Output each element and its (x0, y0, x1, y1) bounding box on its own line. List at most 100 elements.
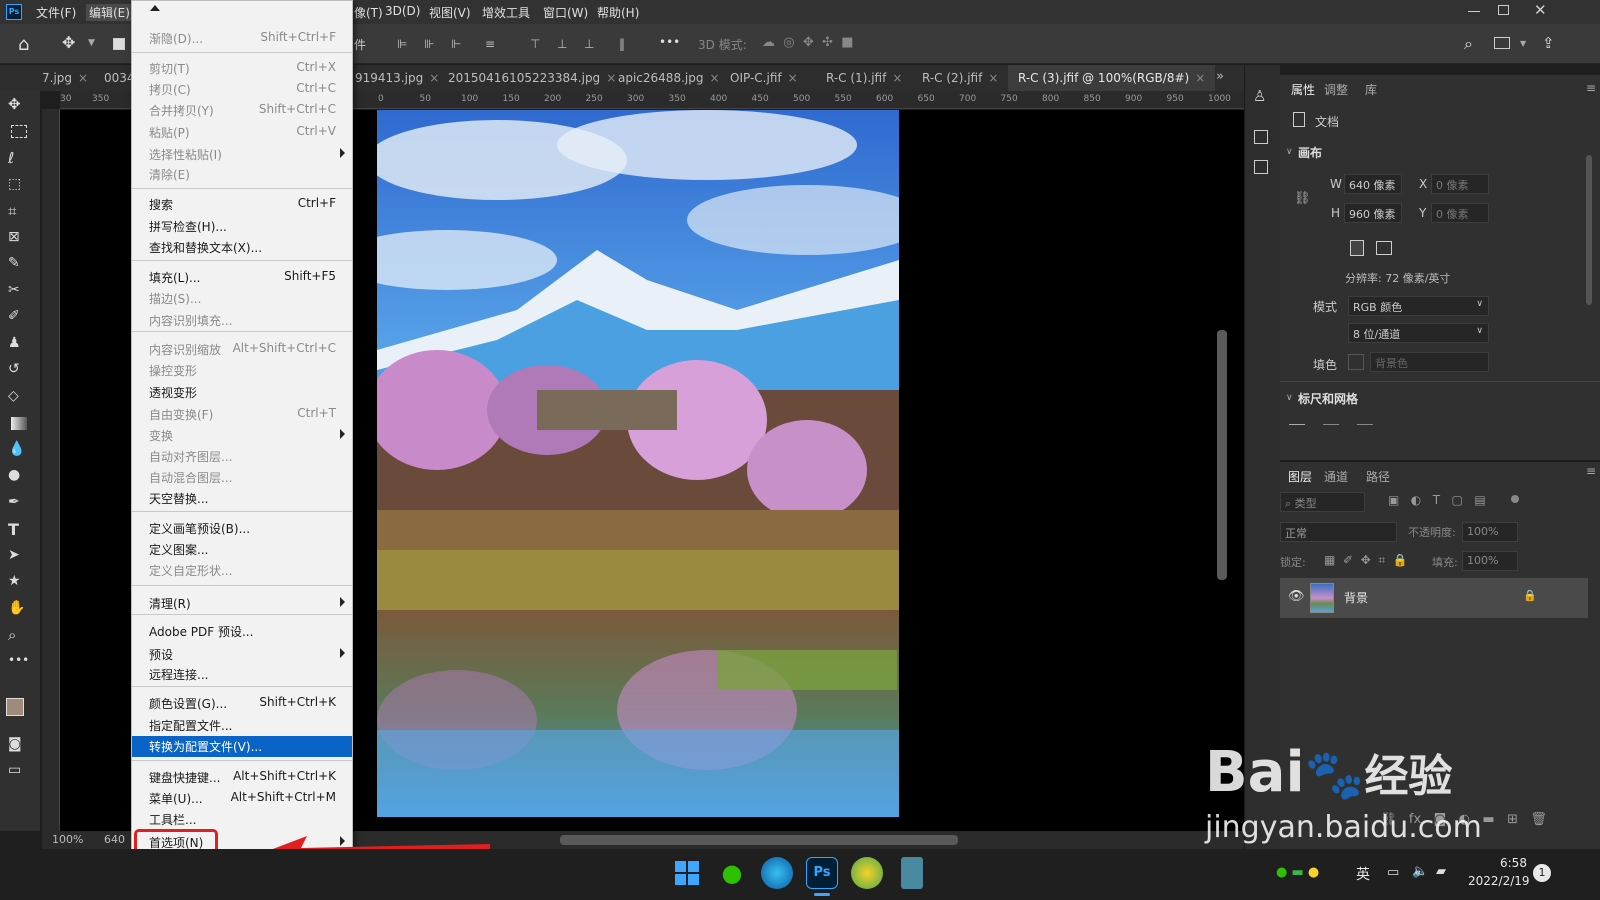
edit-menu-item[interactable]: 指定配置文件... (132, 715, 352, 736)
chevron-down-icon[interactable]: ▼ (1520, 39, 1526, 48)
app-tray-icon[interactable]: ▬ (1291, 865, 1303, 880)
edit-menu-item[interactable]: 内容识别填充... (132, 310, 352, 331)
tabs-overflow-icon[interactable]: » (1216, 69, 1224, 84)
mask-icon[interactable]: ◙ (1434, 812, 1447, 827)
edit-menu-item[interactable]: 自动混合图层... (132, 467, 352, 488)
clock-time[interactable]: 6:58 (1500, 856, 1527, 870)
align-top-icon[interactable]: ⊤ (530, 37, 540, 51)
stamp-tool-icon[interactable]: ♟ (8, 335, 32, 357)
edit-menu-item[interactable]: 拷贝(C) Ctrl+C (132, 79, 352, 100)
layer-filter-select[interactable]: ⌕ 类型 (1280, 492, 1365, 512)
chevron-down-icon[interactable]: ∨ (1286, 147, 1293, 157)
edit-menu-item[interactable]: 自动对齐图层... (132, 446, 352, 467)
smart-filter-icon[interactable]: ▤ (1474, 493, 1485, 507)
learn-panel-icon[interactable]: ♙ (1253, 87, 1266, 105)
tab-adjustments[interactable]: 调整 (1324, 81, 1348, 98)
quick-mask-icon[interactable]: ◙ (8, 736, 32, 758)
edit-menu-item[interactable]: 天空替换... (132, 488, 352, 509)
object-select-tool-icon[interactable]: ⬚ (8, 176, 32, 198)
document-image[interactable] (377, 110, 899, 817)
edit-menu-item[interactable]: 操控变形 (132, 360, 352, 381)
dodge-tool-icon[interactable]: ● (8, 467, 32, 489)
edit-menu-item[interactable]: 选择性粘贴(I) (132, 144, 352, 165)
edit-menu-item[interactable]: Adobe PDF 预设... (132, 621, 352, 642)
ime-indicator[interactable]: 英 (1356, 864, 1370, 884)
properties-scrollbar[interactable] (1586, 155, 1592, 305)
doc-tab[interactable]: 919413.jpg × (355, 65, 439, 91)
grid-line-icon[interactable] (1323, 424, 1339, 425)
minimize-icon[interactable] (1468, 11, 1480, 12)
horizontal-scrollbar[interactable] (560, 835, 958, 845)
align-buttons[interactable]: ⊫ ⊪ ⊩ ≡ ⊤ ⊥ ⊥ ‖ (397, 37, 637, 51)
filter-toggle-icon[interactable] (1511, 495, 1519, 503)
battery-icon[interactable]: ▰ (1436, 864, 1446, 879)
tab-properties[interactable]: 属性 (1291, 81, 1315, 98)
fill-field[interactable]: 100% (1462, 551, 1518, 571)
shape-tool-icon[interactable]: ★ (8, 573, 32, 595)
edit-menu-item[interactable]: 搜索 Ctrl+F (132, 194, 352, 215)
close-icon[interactable]: × (78, 71, 88, 85)
doc-tab[interactable]: 0034 (104, 65, 135, 91)
restore-icon[interactable] (1498, 5, 1509, 15)
edit-menu-item[interactable]: 合并拷贝(Y) Shift+Ctrl+C (132, 100, 352, 121)
libraries-panel-icon[interactable] (1254, 130, 1268, 144)
edit-menu-item[interactable]: 透视变形 (132, 382, 352, 403)
type-filter-icon[interactable]: T (1433, 493, 1440, 507)
adjustment-filter-icon[interactable]: ◐ (1411, 493, 1421, 507)
photoshop-taskbar-icon[interactable]: Ps (806, 857, 838, 889)
doc-tab[interactable]: 20150416105223384.jpg × (448, 65, 616, 91)
layer-row[interactable]: 👁 背景 🔒 (1280, 578, 1588, 618)
chevron-down-icon[interactable]: ▼ (88, 38, 95, 48)
lock-paint-icon[interactable]: ✐ (1343, 553, 1353, 567)
edit-menu-item[interactable]: 填充(L)... Shift+F5 (132, 267, 352, 288)
landscape-icon[interactable] (1376, 241, 1392, 255)
close-icon[interactable]: × (1195, 71, 1205, 85)
edit-menu-item[interactable]: 内容识别缩放 Alt+Shift+Ctrl+C (132, 339, 352, 360)
close-icon[interactable]: ✕ (1534, 1, 1547, 19)
lock-artboard-icon[interactable]: ⌗ (1378, 553, 1385, 567)
eye-icon[interactable]: 👁 (1288, 589, 1305, 604)
new-layer-icon[interactable]: ⊞ (1507, 812, 1518, 827)
align-left-icon[interactable]: ⊫ (397, 37, 407, 51)
tab-paths[interactable]: 路径 (1366, 468, 1390, 485)
adjustment-layer-icon[interactable]: ◐ (1459, 812, 1470, 827)
frame-tool-icon[interactable]: ⊠ (8, 229, 32, 251)
x-field[interactable]: 0 像素 (1431, 174, 1489, 194)
edit-menu-item[interactable]: 工具栏... (132, 809, 352, 830)
align-middle-icon[interactable]: ⊥ (557, 37, 567, 51)
type-tool-icon[interactable]: T (8, 520, 32, 542)
notification-badge[interactable]: 1 (1533, 864, 1551, 882)
clock-date[interactable]: 2022/2/19 (1468, 874, 1530, 888)
edit-menu-item[interactable]: 颜色设置(G)... Shift+Ctrl+K (132, 693, 352, 714)
edit-menu-item[interactable]: 定义图案... (132, 539, 352, 560)
doc-tab[interactable]: 7.jpg × (42, 65, 88, 91)
edge-icon[interactable] (761, 857, 793, 889)
portrait-icon[interactable] (1350, 240, 1364, 256)
opacity-field[interactable]: 100% (1462, 522, 1518, 542)
filter-icons[interactable]: ▣ ◐ T ▢ ▤ (1388, 493, 1523, 507)
guide-line-icon[interactable] (1357, 424, 1373, 425)
lasso-tool-icon[interactable]: ℓ (8, 149, 32, 171)
doc-tab[interactable]: R-C (2).jfif × (922, 65, 998, 91)
fx-icon[interactable]: fx (1409, 812, 1421, 827)
doc-tab-active[interactable]: R-C (3).jfif @ 100%(RGB/8#) × (1008, 65, 1216, 91)
hand-tool-icon[interactable]: ✋ (8, 600, 32, 622)
vertical-scrollbar[interactable] (1217, 330, 1227, 580)
home-icon[interactable]: ⌂ (18, 34, 29, 55)
blur-tool-icon[interactable]: 💧 (8, 441, 32, 463)
menu-image-partial[interactable]: 像(T) (354, 4, 383, 21)
edit-menu-item[interactable]: 拼写检查(H)... (132, 216, 352, 237)
edit-menu-item[interactable]: 剪切(T) Ctrl+X (132, 58, 352, 79)
gradient-tool-icon[interactable] (8, 414, 32, 436)
windows-start-icon[interactable] (671, 857, 703, 889)
foreground-color-swatch[interactable] (6, 698, 24, 716)
edit-menu-item[interactable]: 粘贴(P) Ctrl+V (132, 122, 352, 143)
menu-edit[interactable]: 编辑(E) (86, 4, 133, 21)
close-icon[interactable]: × (892, 71, 902, 85)
lock-position-icon[interactable]: ✥ (1361, 553, 1371, 567)
menu-view-3d[interactable]: 3D(D) (385, 4, 420, 18)
ruler-line-icon[interactable] (1289, 424, 1305, 425)
edit-menu-item[interactable]: 定义自定形状... (132, 560, 352, 581)
volume-icon[interactable]: 🔈 (1412, 864, 1428, 879)
orbit-3d-icon[interactable]: ☁ (762, 35, 775, 50)
